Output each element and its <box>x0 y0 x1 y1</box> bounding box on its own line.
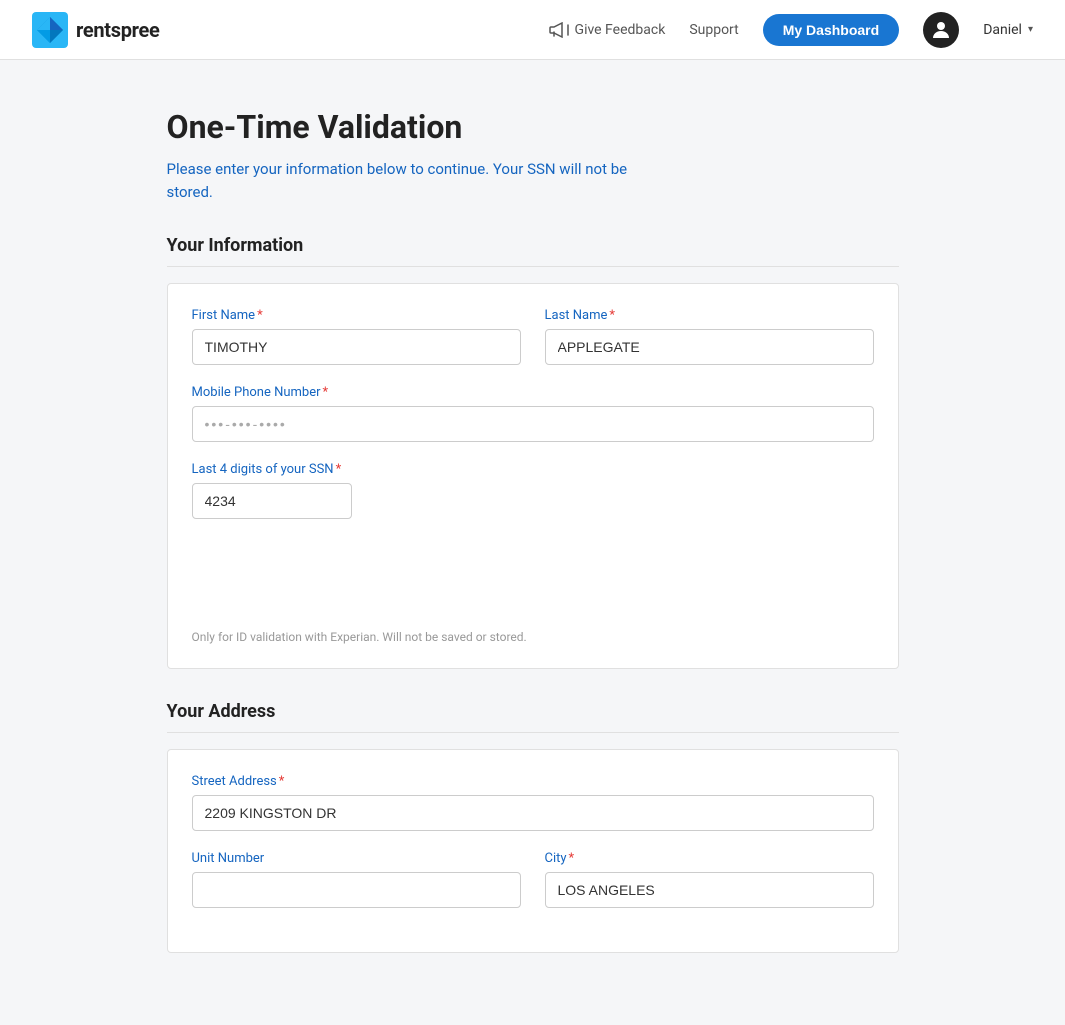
main-header: rentspree Give Feedback Support My Dashb… <box>0 0 1065 60</box>
user-menu[interactable]: Daniel ▾ <box>983 22 1033 38</box>
user-name: Daniel <box>983 22 1022 38</box>
phone-group: Mobile Phone Number* <box>192 385 874 442</box>
name-row: First Name* Last Name* <box>192 308 874 365</box>
page-title: One-Time Validation <box>167 108 899 146</box>
phone-label: Mobile Phone Number* <box>192 385 874 400</box>
page-subtitle: Please enter your information below to c… <box>167 158 647 203</box>
megaphone-icon <box>549 22 569 38</box>
header-nav: Give Feedback Support My Dashboard Danie… <box>549 12 1033 48</box>
dashboard-button[interactable]: My Dashboard <box>763 14 899 46</box>
phone-row: Mobile Phone Number* <box>192 385 874 442</box>
last-name-group: Last Name* <box>545 308 874 365</box>
your-address-heading: Your Address <box>167 701 899 733</box>
last-name-input[interactable] <box>545 329 874 365</box>
your-information-section: Your Information First Name* Last Name* <box>167 235 899 669</box>
first-name-input[interactable] <box>192 329 521 365</box>
your-address-section: Your Address Street Address* Unit Number <box>167 701 899 953</box>
logo-area: rentspree <box>32 12 159 48</box>
ssn-hint: Only for ID validation with Experian. Wi… <box>192 630 874 644</box>
your-information-heading: Your Information <box>167 235 899 267</box>
logo-text: rentspree <box>76 18 159 42</box>
ssn-group: Last 4 digits of your SSN* <box>192 462 874 622</box>
logo-icon <box>32 12 68 48</box>
street-address-row: Street Address* <box>192 774 874 831</box>
first-name-group: First Name* <box>192 308 521 365</box>
unit-number-input[interactable] <box>192 872 521 908</box>
avatar <box>923 12 959 48</box>
first-name-label: First Name* <box>192 308 521 323</box>
support-link[interactable]: Support <box>689 22 738 38</box>
last-name-label: Last Name* <box>545 308 874 323</box>
ssn-label: Last 4 digits of your SSN* <box>192 462 874 477</box>
feedback-link[interactable]: Give Feedback <box>549 22 666 38</box>
main-content: One-Time Validation Please enter your in… <box>143 60 923 1025</box>
street-address-input[interactable] <box>192 795 874 831</box>
city-input[interactable] <box>545 872 874 908</box>
chevron-down-icon: ▾ <box>1028 24 1033 35</box>
ssn-input[interactable] <box>192 483 352 519</box>
unit-number-group: Unit Number <box>192 851 521 908</box>
unit-number-label: Unit Number <box>192 851 521 866</box>
unit-city-row: Unit Number City* <box>192 851 874 908</box>
ssn-row: Last 4 digits of your SSN* <box>192 462 874 622</box>
street-address-group: Street Address* <box>192 774 874 831</box>
street-address-label: Street Address* <box>192 774 874 789</box>
city-label: City* <box>545 851 874 866</box>
city-group: City* <box>545 851 874 908</box>
feedback-label: Give Feedback <box>575 22 666 38</box>
phone-input[interactable] <box>192 406 874 442</box>
